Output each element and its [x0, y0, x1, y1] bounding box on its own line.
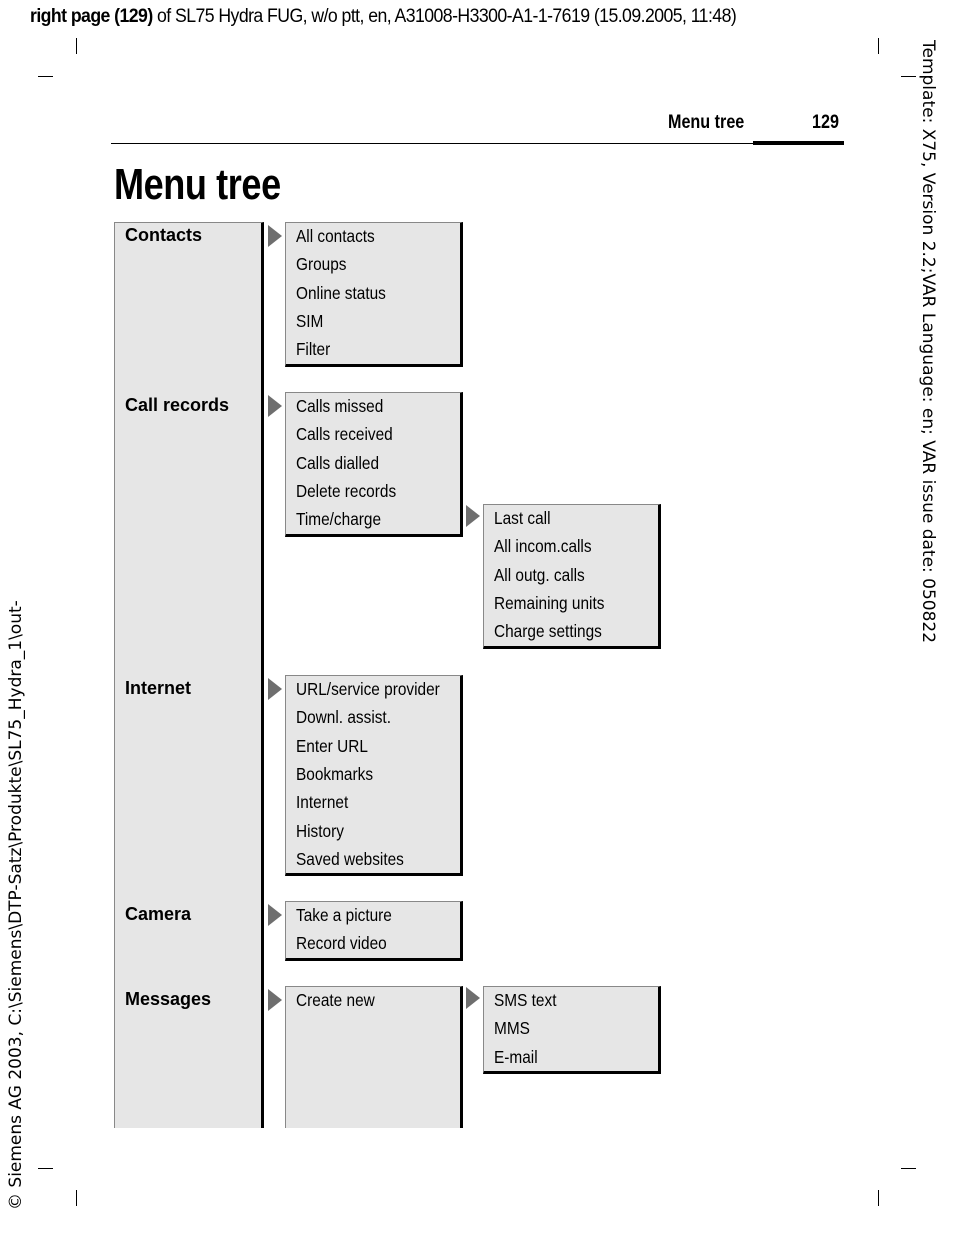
running-head-title: Menu tree: [668, 112, 745, 133]
copyright-path: © Siemens AG 2003, C:\Siemens\DTP-Satz\P…: [6, 600, 26, 1210]
menu-item[interactable]: Calls received: [296, 424, 393, 445]
menu-item[interactable]: MMS: [494, 1018, 530, 1039]
menu-item[interactable]: All contacts: [296, 226, 375, 247]
menu-item[interactable]: Internet: [296, 792, 348, 813]
submenu-box: Calls missed Calls received Calls dialled D…: [285, 392, 463, 537]
crop-mark: [878, 1190, 879, 1206]
menu-item[interactable]: Online status: [296, 283, 386, 304]
crop-mark: [38, 1168, 53, 1169]
menu-category[interactable]: Messages: [125, 989, 211, 1010]
menu-item[interactable]: Time/charge: [296, 509, 381, 530]
submenu-box: SMS text MMS E-mail: [483, 986, 661, 1074]
menu-item[interactable]: Charge settings: [494, 621, 602, 642]
submenu-box: Create new: [285, 986, 463, 1128]
menu-item[interactable]: Remaining units: [494, 593, 604, 614]
arrow-right-icon: [268, 678, 282, 700]
menu-category[interactable]: Contacts: [125, 225, 202, 246]
crop-mark: [901, 1168, 916, 1169]
menu-item[interactable]: Enter URL: [296, 736, 368, 757]
page-number: 129: [812, 112, 839, 133]
menu-item[interactable]: Calls missed: [296, 396, 383, 417]
crop-mark: [901, 76, 916, 77]
arrow-right-icon: [268, 395, 282, 417]
header-rule-thick: [753, 141, 844, 145]
slug-bold: right page (129): [30, 6, 153, 27]
menu-item[interactable]: E-mail: [494, 1047, 538, 1068]
menu-item[interactable]: Take a picture: [296, 905, 392, 926]
menu-item[interactable]: URL/service provider: [296, 679, 440, 700]
arrow-right-icon: [268, 225, 282, 247]
template-info: Template: X75, Version 2.2;VAR Language:…: [918, 40, 938, 644]
crop-mark: [878, 38, 879, 54]
submenu-box: All contacts Groups Online status SIM Filter: [285, 222, 463, 367]
menu-category[interactable]: Internet: [125, 678, 191, 699]
arrow-right-icon: [268, 989, 282, 1011]
submenu-box: URL/service provider Downl. assist. Enter …: [285, 675, 463, 877]
arrow-right-icon: [466, 505, 480, 528]
menu-item[interactable]: Delete records: [296, 481, 396, 502]
menu-item[interactable]: Record video: [296, 933, 387, 954]
menu-item[interactable]: Saved websites: [296, 849, 404, 870]
crop-mark: [76, 1190, 77, 1206]
menu-item[interactable]: Bookmarks: [296, 764, 373, 785]
crop-mark: [76, 38, 77, 54]
menu-item[interactable]: Groups: [296, 254, 347, 275]
menu-category[interactable]: Camera: [125, 904, 191, 925]
submenu-box: Last call All incom.calls All outg. calls R…: [483, 504, 661, 649]
crop-mark: [38, 76, 53, 77]
header-rule: [111, 143, 753, 144]
arrow-right-icon: [268, 904, 282, 926]
submenu-box: Take a picture Record video: [285, 901, 463, 961]
menu-category[interactable]: Call records: [125, 395, 229, 416]
menu-item[interactable]: All outg. calls: [494, 565, 585, 586]
menu-item[interactable]: Downl. assist.: [296, 707, 391, 728]
menu-item[interactable]: Calls dialled: [296, 453, 379, 474]
menu-item[interactable]: Filter: [296, 339, 330, 360]
document-page: right page (129) of SL75 Hydra FUG, w/o …: [0, 0, 954, 1246]
slug-rest: of SL75 Hydra FUG, w/o ptt, en, A31008-H…: [152, 6, 737, 27]
page-title: Menu tree: [114, 160, 281, 209]
menu-item[interactable]: SIM: [296, 311, 323, 332]
menu-item[interactable]: Create new: [296, 990, 375, 1011]
print-slug: right page (129) of SL75 Hydra FUG, w/o …: [30, 6, 737, 28]
menu-item[interactable]: Last call: [494, 508, 550, 529]
menu-item[interactable]: History: [296, 821, 344, 842]
menu-item[interactable]: SMS text: [494, 990, 556, 1011]
arrow-right-icon: [466, 987, 480, 1009]
menu-item[interactable]: All incom.calls: [494, 536, 592, 557]
